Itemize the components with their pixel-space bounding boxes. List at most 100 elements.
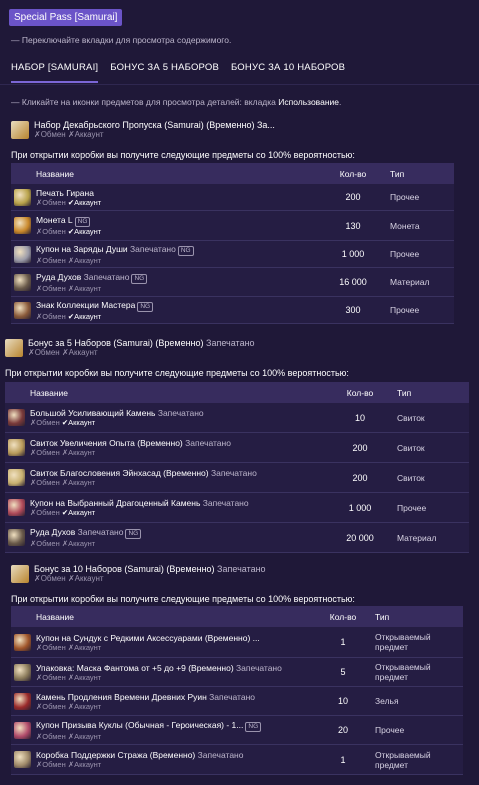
table-row: Большой Усиливающий Камень Запечатано ✗Об…	[5, 403, 469, 433]
header-qty: Кол-во	[346, 387, 374, 398]
table-header: Название Кол-во Тип	[5, 382, 469, 403]
tag-exchange: ✗Обмен	[36, 731, 66, 741]
item-name[interactable]: Руда Духов Запечатано NG	[36, 272, 148, 284]
item-quantity: 200	[345, 192, 361, 202]
item-cell: Свиток Увеличения Опыта (Временно) Запеч…	[5, 438, 323, 457]
box-header[interactable]: Набор Декабрьского Пропуска (Samurai) (В…	[11, 120, 275, 140]
box-header[interactable]: Бонус за 10 Наборов (Samurai) (Временно)…	[11, 564, 266, 584]
item-name-text: Камень Продления Времени Древних Руин	[36, 691, 207, 702]
item-name[interactable]: Печать Гирана	[36, 188, 101, 198]
tag-exchange: ✗Обмен	[30, 418, 60, 427]
item-text: Печать Гирана ✗Обмен ✔Аккаунт	[36, 188, 101, 207]
tab-bonus-5[interactable]: БОНУС ЗА 5 НАБОРОВ	[110, 62, 219, 83]
ng-badge: NG	[74, 217, 91, 227]
item-tags: ✗Обмен ✗Аккаунт	[36, 673, 282, 682]
item-name[interactable]: Коробка Поддержки Стража (Временно) Запе…	[36, 750, 243, 760]
tab-pack[interactable]: НАБОР [SAMURAI]	[11, 62, 99, 83]
item-name[interactable]: Купон на Заряды Души Запечатано NG	[36, 244, 194, 256]
ore-icon[interactable]	[8, 529, 25, 546]
tab-bonus-10[interactable]: БОНУС ЗА 10 НАБОРОВ	[231, 62, 345, 83]
tag-account: ✗Аккаунт	[61, 478, 96, 487]
item-name-text: Купон Призыва Куклы (Обычная - Героическ…	[36, 719, 244, 730]
tag-exchange: ✗Обмен	[28, 348, 60, 357]
package-icon[interactable]	[14, 663, 31, 681]
seal-icon[interactable]	[14, 188, 31, 206]
tag-account: ✗Аккаунт	[67, 701, 102, 711]
item-name[interactable]: Купон на Выбранный Драгоценный Камень За…	[30, 498, 249, 508]
item-name-text: Большой Усиливающий Камень	[30, 408, 156, 418]
item-table: Название Кол-во Тип Печать Гирана ✗Обмен ✔Ак…	[11, 163, 454, 324]
item-cell: Большой Усиливающий Камень Запечатано ✗Об…	[5, 408, 323, 427]
box-title[interactable]: Набор Декабрьского Пропуска (Samurai) (В…	[34, 120, 275, 130]
tag-account: ✔Аккаунт	[67, 311, 102, 321]
ore-icon[interactable]	[14, 273, 31, 291]
header-name: Название	[30, 387, 68, 398]
tag-exchange: ✗Обмен	[36, 642, 66, 652]
tag-account: ✗Аккаунт	[67, 731, 102, 741]
item-text: Руда Духов Запечатано NG ✗Обмен ✗Аккаунт	[30, 527, 142, 548]
tag-account: ✗Аккаунт	[67, 130, 104, 139]
item-name[interactable]: Купон на Сундук с Редкими Аксессуарами (…	[36, 633, 260, 643]
item-tags: ✗Обмен ✗Аккаунт	[30, 539, 141, 548]
box-name: Бонус за 10 Наборов (Samurai) (Временно)	[34, 564, 215, 574]
time-stone-icon[interactable]	[14, 692, 31, 710]
item-tags: ✗Обмен ✗Аккаунт	[36, 732, 261, 741]
item-quantity: 10	[337, 696, 348, 706]
table-row: Свиток Благословения Эйнхасад (Временно)…	[5, 463, 469, 493]
item-name[interactable]: Камень Продления Времени Древних Руин За…	[36, 692, 255, 702]
scroll-icon[interactable]	[8, 469, 25, 486]
item-name[interactable]: Свиток Благословения Эйнхасад (Временно)…	[30, 468, 257, 478]
item-tags: ✗Обмен ✗Аккаунт	[30, 448, 231, 457]
item-name[interactable]: Монета L NG	[36, 215, 101, 227]
item-cell: Купон на Заряды Души Запечатано NG ✗Обмен …	[11, 244, 316, 265]
item-type: Прочее	[390, 305, 420, 315]
item-cell: Купон на Выбранный Драгоценный Камень За…	[5, 498, 323, 517]
item-cell: Свиток Благословения Эйнхасад (Временно)…	[5, 468, 323, 487]
header-type: Тип	[390, 168, 405, 179]
tag-account: ✔Аккаунт	[67, 227, 102, 236]
box-title[interactable]: Бонус за 10 Наборов (Samurai) (Временно)…	[34, 564, 266, 574]
item-name[interactable]: Руда Духов Запечатано NG	[30, 527, 142, 539]
tag-account: ✔Аккаунт	[61, 418, 96, 427]
item-cell: Упаковка: Маска Фантома от +5 до +9 (Вре…	[11, 663, 311, 682]
item-name[interactable]: Свиток Увеличения Опыта (Временно) Запеч…	[30, 438, 231, 448]
item-quantity: 20	[337, 725, 348, 735]
item-text: Купон на Выбранный Драгоценный Камень За…	[30, 498, 249, 517]
item-text: Купон на Сундук с Редкими Аксессуарами (…	[36, 633, 260, 652]
tag-exchange: ✗Обмен	[36, 197, 66, 207]
tag-account: ✗Аккаунт	[61, 348, 98, 357]
item-name[interactable]: Знак Коллекции Мастера NG	[36, 300, 154, 312]
box-icon[interactable]	[11, 565, 29, 583]
item-type: Открываемый предмет	[375, 662, 431, 682]
stone-icon[interactable]	[8, 409, 25, 426]
coin-icon[interactable]	[14, 217, 31, 234]
item-name[interactable]: Упаковка: Маска Фантома от +5 до +9 (Вре…	[36, 663, 282, 673]
item-name[interactable]: Большой Усиливающий Камень Запечатано	[30, 408, 204, 418]
chest-icon[interactable]	[14, 633, 31, 651]
box-text: Бонус за 5 Наборов (Samurai) (Временно) …	[28, 338, 255, 358]
table-row: Упаковка: Маска Фантома от +5 до +9 (Вре…	[11, 658, 463, 687]
item-text: Большой Усиливающий Камень Запечатано ✗Об…	[30, 408, 204, 427]
box-header[interactable]: Бонус за 5 Наборов (Samurai) (Временно) …	[5, 338, 255, 358]
tag-exchange: ✗Обмен	[36, 760, 66, 769]
mark-icon[interactable]	[14, 301, 31, 319]
item-tags: ✗Обмен ✗Аккаунт	[36, 284, 147, 293]
item-tags: ✗Обмен ✔Аккаунт	[30, 508, 249, 517]
box-icon[interactable]	[14, 751, 31, 768]
box-tags: ✗Обмен ✗Аккаунт	[28, 348, 255, 358]
item-cell: Камень Продления Времени Древних Руин За…	[11, 692, 311, 711]
tabs-hint: — Переключайте вкладки для просмотра сод…	[11, 35, 232, 45]
doll-coupon-icon[interactable]	[14, 721, 31, 739]
gem-coupon-icon[interactable]	[8, 499, 25, 516]
coupon-icon[interactable]	[14, 245, 31, 263]
item-tags: ✗Обмен ✗Аккаунт	[36, 702, 255, 711]
box-icon[interactable]	[11, 121, 29, 139]
item-tags: ✗Обмен ✔Аккаунт	[36, 227, 101, 236]
item-text: Упаковка: Маска Фантома от +5 до +9 (Вре…	[36, 663, 282, 682]
tag-exchange: ✗Обмен	[30, 539, 60, 548]
box-title[interactable]: Бонус за 5 Наборов (Samurai) (Временно) …	[28, 338, 255, 348]
box-icon[interactable]	[5, 339, 23, 357]
item-name[interactable]: Купон Призыва Куклы (Обычная - Героическ…	[36, 719, 262, 732]
item-type: Прочее	[390, 249, 420, 259]
scroll-icon[interactable]	[8, 439, 25, 456]
